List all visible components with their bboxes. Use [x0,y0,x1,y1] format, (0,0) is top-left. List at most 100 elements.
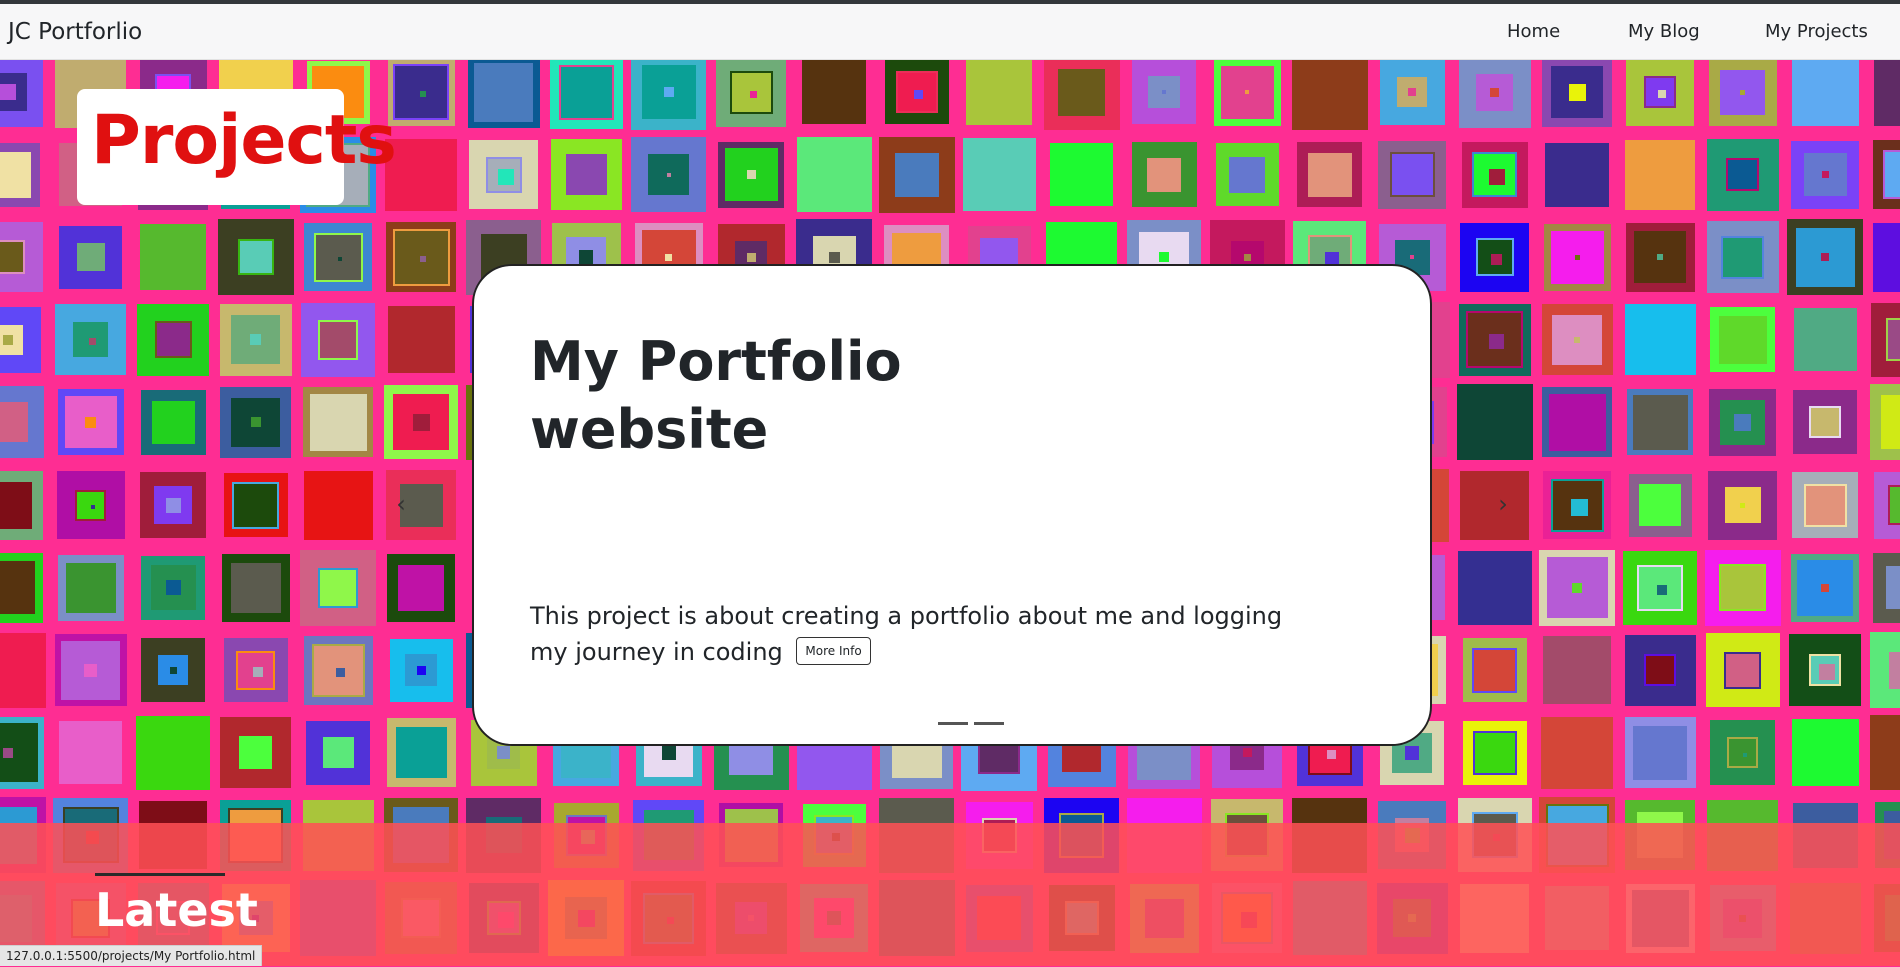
mosaic-tile-inner [322,737,354,769]
mosaic-tile [1545,142,1610,207]
mosaic-tile-inner [76,243,105,272]
mosaic-tile-dot [169,666,177,674]
brand-link[interactable]: JC Portforlio [8,19,142,45]
mosaic-tile-dot [1821,583,1830,592]
mosaic-tile [1708,60,1777,126]
chevron-right-icon[interactable]: › [1494,490,1512,518]
mosaic-tile-inner [1476,73,1514,111]
mosaic-tile [54,634,127,707]
mosaic-tile-inner [1809,406,1842,439]
mosaic-tile-dot [1821,253,1830,262]
mosaic-tile [1792,472,1859,538]
mosaic-tile-inner [405,654,437,687]
mosaic-tile-inner [1639,484,1681,526]
mosaic-tile [1709,388,1777,456]
mosaic-tile-inner [313,232,363,282]
mosaic-tile [1457,550,1532,625]
nav-link-my-projects[interactable]: My Projects [1765,21,1868,42]
mosaic-tile [387,553,455,622]
mosaic-tile-inner [1644,76,1676,108]
mosaic-tile-dot [1242,748,1252,758]
mosaic-tile-dot [85,416,97,428]
mosaic-tile-dot [1570,498,1588,516]
mosaic-tile [1460,222,1530,292]
mosaic-tile [0,60,43,127]
mosaic-tile-dot [1574,336,1581,343]
mosaic-tile-inner [1307,152,1352,197]
mosaic-tile [140,389,206,455]
mosaic-tile-inner [1229,156,1265,193]
mosaic-tile-inner [0,481,32,529]
mosaic-tile-dot [1740,502,1746,508]
mosaic-tile [1874,471,1900,539]
mosaic-tile-inner [1726,158,1760,192]
mosaic-tile-inner [318,319,359,360]
mosaic-tile-dot [1568,83,1586,101]
mosaic-tile [1623,550,1697,625]
chevron-left-icon[interactable]: ‹ [392,490,410,518]
mosaic-tile [1050,143,1114,207]
mosaic-tile-dot [1410,255,1415,260]
mosaic-tile-inner [158,655,189,686]
mosaic-tile-inner [724,148,778,202]
mosaic-tile-dot [746,170,756,180]
mosaic-tile-inner [1632,394,1688,450]
nav-link-home[interactable]: Home [1507,21,1560,42]
mosaic-tile [1624,634,1696,706]
mosaic-tile [1710,307,1776,373]
mosaic-tile [221,553,290,622]
mosaic-tile-dot [1159,252,1170,263]
mosaic-tile [1870,302,1900,377]
mosaic-tile [0,386,44,459]
mosaic-tile-inner [1220,65,1274,119]
mosaic-tile-inner [1803,483,1847,527]
mosaic-tile [1131,142,1197,208]
mosaic-tile-inner [1644,654,1676,687]
mosaic-tile-dot [663,87,674,97]
mosaic-tile-dot [746,252,756,262]
carousel-indicator-1[interactable] [938,722,968,725]
mosaic-tile [220,386,292,458]
mosaic-tile-inner [1466,311,1524,369]
mosaic-tile-inner [1550,230,1604,284]
mosaic-tile-inner [1472,647,1518,693]
mosaic-tile-inner [1880,395,1900,450]
mosaic-tile [1625,222,1695,292]
mosaic-tile [59,721,123,785]
mosaic-tile-dot [1489,334,1505,350]
mosaic-tile-inner [236,650,276,690]
mosaic-tile-inner [1809,654,1842,687]
mosaic-tile-inner [1147,157,1182,192]
latest-divider [95,873,225,876]
mosaic-tile [1869,384,1900,461]
more-info-button[interactable]: More Info [796,637,871,665]
mosaic-tile [1541,716,1614,789]
mosaic-tile [1297,142,1363,208]
carousel-indicator-2[interactable] [974,722,1004,725]
mosaic-tile-dot [914,89,924,99]
mosaic-tile-inner [0,324,23,355]
mosaic-tile [1704,549,1781,626]
mosaic-tile [1542,60,1613,127]
mosaic-tile [966,60,1033,125]
mosaic-tile-inner [485,156,522,193]
mosaic-tile [1870,715,1900,791]
mosaic-tile [1627,389,1693,456]
mosaic-tile-inner [395,727,447,779]
mosaic-tile [303,387,374,458]
mosaic-tile [1461,141,1528,208]
mosaic-tile [1458,303,1531,376]
mosaic-tile-dot [1405,745,1420,760]
mosaic-tile-dot [250,334,262,346]
mosaic-tile [1543,636,1612,705]
mosaic-tile-inner [1724,487,1761,523]
mosaic-tile-inner [894,152,939,197]
nav-link-my-blog[interactable]: My Blog [1628,21,1700,42]
mosaic-tile-inner [151,400,195,444]
mosaic-tile-inner [1724,651,1762,689]
mosaic-tile-inner [1546,557,1608,619]
mosaic-tile-dot [1245,90,1249,94]
mosaic-tile-dot [84,663,98,677]
project-carousel-card: My Portfolio website This project is abo… [472,264,1432,746]
mosaic-tile [300,549,377,626]
